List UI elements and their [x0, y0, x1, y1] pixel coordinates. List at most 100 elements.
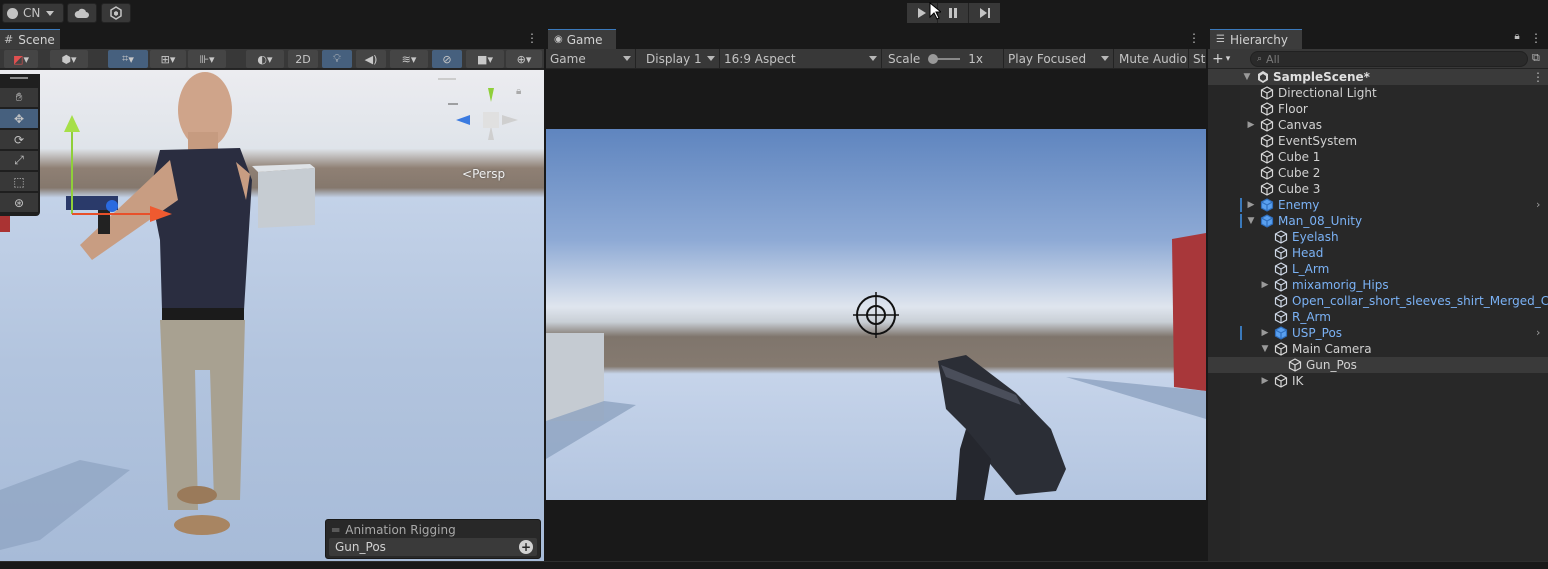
game-viewport[interactable] — [546, 129, 1206, 500]
gizmo-handle[interactable] — [438, 78, 456, 80]
hierarchy-item[interactable]: Cube 1 — [1208, 149, 1548, 165]
visibility-toggle[interactable]: ⊘ — [432, 50, 462, 68]
lock-icon[interactable]: 🔒︎ — [516, 86, 521, 97]
orientation-gizmo[interactable] — [446, 82, 536, 162]
scene-row[interactable]: ▼ SampleScene* ⋮ — [1208, 69, 1548, 85]
expand-arrow-icon[interactable]: ▶ — [1260, 328, 1270, 338]
rect-tool[interactable]: ⬚ — [0, 172, 38, 192]
lighting-toggle[interactable]: 💡︎ — [322, 50, 352, 68]
expand-arrow-icon[interactable]: ▶ — [1260, 376, 1270, 386]
expand-arrow-icon[interactable]: ▶ — [1260, 280, 1270, 290]
game-mode-dropdown[interactable]: Game — [546, 49, 636, 69]
gizmos-dropdown[interactable]: ⊕ ▾ — [506, 50, 542, 68]
hierarchy-item[interactable]: ▼ Man_08_Unity — [1208, 213, 1548, 229]
collab-button[interactable] — [101, 3, 131, 23]
create-dropdown[interactable]: + ▾ — [1212, 50, 1230, 68]
hierarchy-item[interactable]: Gun_Pos — [1208, 357, 1548, 373]
hierarchy-item[interactable]: ▼ Main Camera — [1208, 341, 1548, 357]
lock-icon[interactable]: 🔒︎ — [1512, 31, 1522, 42]
game-menu-icon[interactable]: ⋮ — [1188, 31, 1200, 45]
hierarchy-item[interactable]: ▶ Canvas — [1208, 117, 1548, 133]
scale-tool[interactable]: ⤢ — [0, 151, 38, 171]
hierarchy-item[interactable]: ▶ IK — [1208, 373, 1548, 389]
overlay-field[interactable]: Gun_Pos + — [329, 538, 537, 556]
gameobject-icon — [1274, 374, 1288, 391]
hierarchy-search[interactable]: ⌕ All — [1250, 51, 1528, 67]
chevron-right-icon[interactable]: › — [1536, 326, 1540, 339]
camera-dropdown[interactable]: ■ ▾ — [466, 50, 504, 68]
scale-track[interactable] — [928, 54, 961, 64]
scale-slider[interactable]: Scale 1x — [884, 49, 1004, 69]
hierarchy-item-label: EventSystem — [1278, 134, 1358, 148]
scale-icon: ⤢ — [14, 153, 24, 167]
scene-visibility-icon[interactable]: ⧉ — [1532, 51, 1540, 65]
hierarchy-item[interactable]: Directional Light — [1208, 85, 1548, 101]
mute-label: Mute Audio — [1119, 52, 1187, 66]
camera-mode-dropdown[interactable]: ⬢ ▾ — [50, 50, 88, 68]
add-icon[interactable]: + — [519, 540, 533, 554]
account-dropdown[interactable]: CN — [2, 3, 64, 23]
cloud-button[interactable] — [67, 3, 97, 23]
rotate-tool[interactable]: ⟳ — [0, 130, 38, 150]
hierarchy-item[interactable]: EventSystem — [1208, 133, 1548, 149]
play-focused-dropdown[interactable]: Play Focused — [1004, 49, 1114, 69]
overlay-header[interactable]: ═ Animation Rigging — [332, 523, 456, 537]
hierarchy-menu-icon[interactable]: ⋮ — [1530, 31, 1542, 45]
hierarchy-item-label: Directional Light — [1278, 86, 1377, 100]
audio-toggle[interactable]: ◀) — [356, 50, 386, 68]
override-marker — [1240, 214, 1242, 228]
chevron-down-icon — [623, 56, 631, 61]
aspect-label: 16:9 Aspect — [724, 52, 796, 66]
hierarchy-item[interactable]: Open_collar_short_sleeves_shirt_Merged_C… — [1208, 293, 1548, 309]
hierarchy-item[interactable]: ▶ USP_Pos › — [1208, 325, 1548, 341]
display-dropdown[interactable]: Display 1 — [642, 49, 720, 69]
move-tool[interactable]: ✥ — [0, 109, 38, 129]
toggle-2d-button[interactable]: 2D — [288, 50, 318, 68]
pause-button[interactable] — [938, 3, 969, 23]
hierarchy-item-label: Floor — [1278, 102, 1308, 116]
collapse-arrow-icon[interactable]: ▼ — [1260, 344, 1270, 354]
increment-snap-dropdown[interactable]: ⊞ ▾ — [150, 50, 186, 68]
hierarchy-item-label: Man_08_Unity — [1278, 214, 1363, 228]
stats-toggle[interactable]: St — [1189, 49, 1206, 69]
hierarchy-item[interactable]: Head — [1208, 245, 1548, 261]
palette-handle[interactable] — [10, 77, 28, 79]
aspect-dropdown[interactable]: 16:9 Aspect — [720, 49, 882, 69]
chevron-right-icon[interactable]: › — [1536, 198, 1540, 211]
hierarchy-item[interactable]: L_Arm — [1208, 261, 1548, 277]
lighting-dropdown[interactable]: ◐ ▾ — [246, 50, 284, 68]
hierarchy-item[interactable]: ▶ Enemy › — [1208, 197, 1548, 213]
hierarchy-item[interactable]: ▶ mixamorig_Hips — [1208, 277, 1548, 293]
transform-tool[interactable]: ⊛ — [0, 193, 38, 213]
hierarchy-item[interactable]: Floor — [1208, 101, 1548, 117]
tab-game[interactable]: ◉ Game — [548, 29, 616, 49]
scene-menu-icon[interactable]: ⋮ — [526, 31, 538, 45]
scene-menu-icon[interactable]: ⋮ — [1532, 70, 1544, 84]
scene-viewport[interactable]: ✋︎ ✥ ⟳ ⤢ ⬚ ⊛ 🔒︎ <Persp ═ Animation Riggi… — [0, 70, 544, 561]
ruler-dropdown[interactable]: ⊪ ▾ — [188, 50, 226, 68]
mute-audio-toggle[interactable]: Mute Audio — [1115, 49, 1189, 69]
hand-tool[interactable]: ✋︎ — [0, 88, 38, 108]
mouse-cursor-icon — [929, 2, 941, 20]
step-button[interactable] — [969, 3, 1000, 23]
tab-hierarchy[interactable]: ☰ Hierarchy — [1210, 29, 1302, 49]
expand-arrow-icon[interactable]: ▼ — [1242, 72, 1252, 82]
persp-label[interactable]: <Persp — [462, 167, 505, 181]
hierarchy-item[interactable]: Cube 2 — [1208, 165, 1548, 181]
scale-thumb[interactable] — [928, 54, 939, 64]
tab-game-label: Game — [566, 32, 603, 47]
grid-snap-toggle[interactable]: ⌗ ▾ — [108, 50, 148, 68]
hierarchy-item[interactable]: Cube 3 — [1208, 181, 1548, 197]
hierarchy-item-label: L_Arm — [1292, 262, 1330, 276]
collapse-arrow-icon[interactable]: ▼ — [1246, 216, 1256, 226]
chevron-down-icon — [1101, 56, 1109, 61]
hierarchy-item[interactable]: Eyelash — [1208, 229, 1548, 245]
expand-arrow-icon[interactable]: ▶ — [1246, 200, 1256, 210]
tab-scene[interactable]: # Scene — [0, 29, 60, 49]
expand-arrow-icon[interactable]: ▶ — [1246, 120, 1256, 130]
hierarchy-item[interactable]: R_Arm — [1208, 309, 1548, 325]
effects-dropdown[interactable]: ≋ ▾ — [390, 50, 428, 68]
draw-mode-dropdown[interactable]: ◩ ▾ — [4, 50, 38, 68]
hierarchy-item-label: mixamorig_Hips — [1292, 278, 1389, 292]
override-marker — [1240, 198, 1242, 212]
